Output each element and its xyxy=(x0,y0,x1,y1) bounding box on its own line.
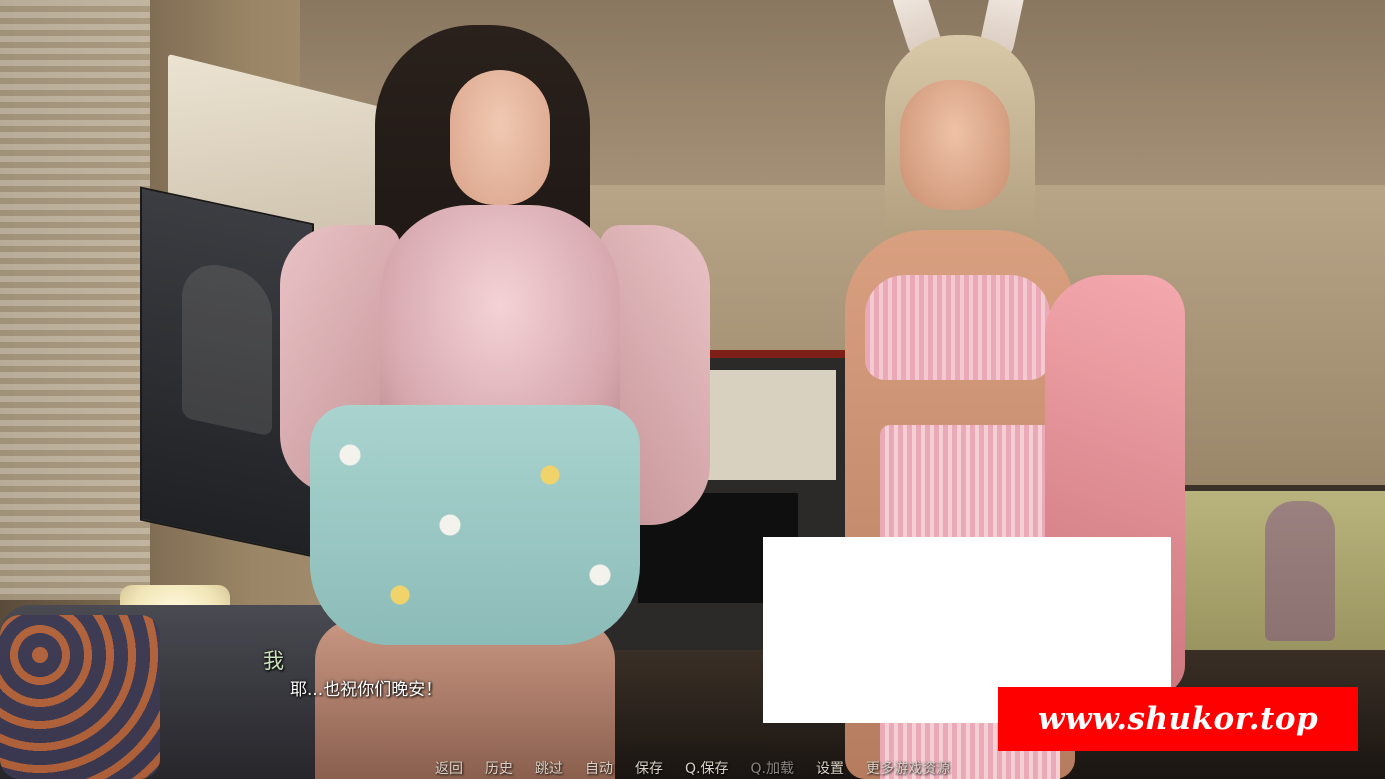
quick-menu-save-button[interactable]: 保存 xyxy=(624,759,674,779)
character-left-shorts xyxy=(310,405,640,645)
dialogue-text: 耶...也祝你们晚安！ xyxy=(290,680,443,700)
character-right-top xyxy=(865,275,1050,380)
quick-menu: 返回 历史 跳过 自动 保存 Q.保存 Q.加载 设置 更多游戏资源 xyxy=(0,759,1385,779)
quick-menu-history-button[interactable]: 历史 xyxy=(474,759,524,779)
quick-menu-quickload-button[interactable]: Q.加载 xyxy=(740,759,805,779)
quick-menu-settings-button[interactable]: 设置 xyxy=(805,759,855,779)
quick-menu-quicksave-button[interactable]: Q.保存 xyxy=(674,759,739,779)
dialogue-box[interactable]: 我 耶...也祝你们晚安！ xyxy=(0,620,1385,779)
speaker-name: 我 xyxy=(263,649,284,673)
quick-menu-skip-button[interactable]: 跳过 xyxy=(524,759,574,779)
window-blinds xyxy=(0,0,150,600)
character-right-face xyxy=(900,80,1010,210)
quick-menu-back-button[interactable]: 返回 xyxy=(424,759,474,779)
quick-menu-more-games-button[interactable]: 更多游戏资源 xyxy=(855,759,961,779)
game-scene[interactable]: www.shukor.top 我 耶...也祝你们晚安！ 返回 历史 跳过 自动… xyxy=(0,0,1385,779)
quick-menu-auto-button[interactable]: 自动 xyxy=(574,759,624,779)
character-left-face xyxy=(450,70,550,205)
